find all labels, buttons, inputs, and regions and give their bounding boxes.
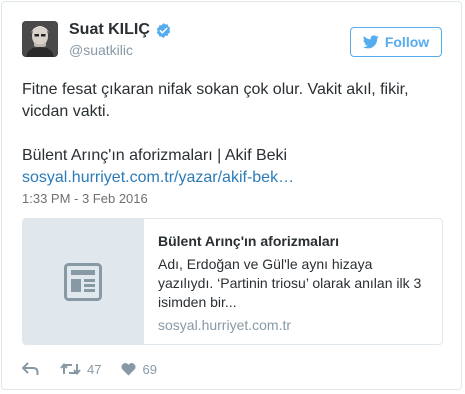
avatar-portrait: [22, 21, 58, 57]
author-name-text: Suat KILIÇ: [69, 21, 150, 38]
card-description: Adı, Erdoğan ve Gül'le aynı hizaya yazıl…: [158, 256, 422, 310]
link-card[interactable]: Bülent Arınç'ın aforizmaları Adı, Erdoğa…: [22, 218, 443, 345]
author-name[interactable]: Suat KILIÇ: [69, 21, 172, 39]
card-title: Bülent Arınç'ın aforizmaları: [158, 233, 339, 249]
tweet-text-line: Fitne fesat çıkaran nifak sokan çok olur…: [22, 81, 409, 120]
verified-badge-icon: [156, 22, 171, 38]
tweet-text-line: Bülent Arınç'ın aforizmaları | Akif Beki: [22, 147, 288, 164]
avatar[interactable]: [22, 21, 58, 57]
tweet-link[interactable]: sosyal.hurriyet.com.tr/yazar/akif-bek…: [22, 167, 447, 189]
tweet-card: Suat KILIÇ @suatkilic Follow Fitne fesat…: [1, 1, 462, 390]
card-thumbnail: [23, 219, 144, 344]
twitter-bird-icon: [362, 35, 379, 49]
tweet-text-spacer: [22, 123, 447, 145]
card-domain: sosyal.hurriyet.com.tr: [158, 317, 292, 333]
follow-button[interactable]: Follow: [350, 27, 442, 57]
timestamp[interactable]: 1:33 PM - 3 Feb 2016: [22, 191, 148, 206]
card-body: Bülent Arınç'ın aforizmaları Adı, Erdoğa…: [144, 219, 442, 344]
retweet-count: 47: [87, 361, 102, 377]
tweet-actions: 47 69: [22, 358, 157, 380]
document-icon: [64, 262, 102, 301]
retweet-icon: [60, 362, 81, 376]
tweet-text: Fitne fesat çıkaran nifak sokan çok olur…: [22, 79, 447, 189]
reply-button[interactable]: [22, 362, 39, 376]
author-handle[interactable]: @suatkilic: [69, 42, 133, 58]
like-button[interactable]: 69: [121, 361, 157, 377]
heart-icon: [121, 362, 136, 376]
like-count: 69: [142, 361, 157, 377]
reply-icon: [22, 362, 39, 375]
follow-button-label: Follow: [384, 34, 430, 50]
retweet-button[interactable]: 47: [60, 362, 101, 377]
